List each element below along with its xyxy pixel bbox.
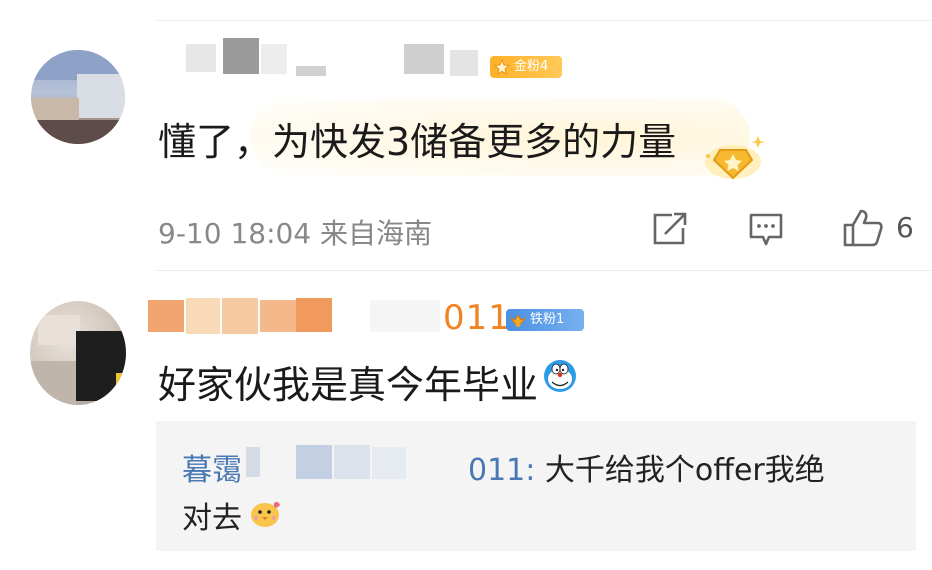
reply-line-2: 对去: [182, 493, 242, 537]
comment-meta: 9-10 18:04 来自海南: [158, 217, 433, 250]
comment-divider: [156, 270, 932, 271]
chick-emoji-icon: [251, 501, 280, 527]
fan-level-badge: 铁粉1: [506, 309, 584, 331]
gold-fan-badge-icon: [494, 59, 510, 75]
reply-author-prefix[interactable]: 暮霭: [182, 453, 242, 488]
top-divider: [156, 20, 932, 21]
avatar[interactable]: [31, 50, 125, 144]
comment-text: 好家伙我是真今年毕业: [158, 354, 538, 409]
reply-line-1-rest: 011: 大千给我个offer我绝: [468, 445, 825, 489]
badge-label: 铁粉1: [530, 312, 565, 327]
reply-preview[interactable]: 暮霭 011: 大千给我个offer我绝 对去: [156, 421, 916, 551]
fan-level-badge: 金粉4: [490, 56, 562, 78]
avatar[interactable]: [30, 301, 126, 405]
comment-text: 懂了，为快发3储备更多的力量: [158, 120, 677, 164]
comment-icon[interactable]: [748, 212, 784, 248]
share-icon[interactable]: [652, 212, 688, 246]
reply-line-1: 暮霭: [182, 445, 242, 489]
reply-text-line-2: 对去: [182, 501, 242, 536]
reply-author-suffix[interactable]: 011:: [468, 453, 535, 488]
reply-text-line-1: 大千给我个offer我绝: [544, 453, 825, 488]
reply-author-blurred: [372, 447, 406, 479]
comment-list: 金粉4 懂了，为快发3储备更多的力量 9-10 18:04 来自海南 6 011…: [0, 0, 932, 570]
comment-text-body: 好家伙我是真今年毕业: [158, 363, 539, 407]
thumbs-up-icon[interactable]: [842, 208, 884, 248]
crown-star-decoration-icon: [705, 136, 765, 180]
reply-author-blurred: [246, 447, 260, 477]
iron-fan-badge-icon: [510, 314, 526, 327]
doraemon-emoji-icon: [544, 360, 576, 392]
badge-label: 金粉4: [514, 59, 549, 74]
username-suffix[interactable]: 011: [443, 298, 511, 338]
reply-author-blurred: [296, 445, 332, 479]
reply-author-blurred: [334, 445, 370, 479]
like-count: 6: [896, 211, 914, 244]
